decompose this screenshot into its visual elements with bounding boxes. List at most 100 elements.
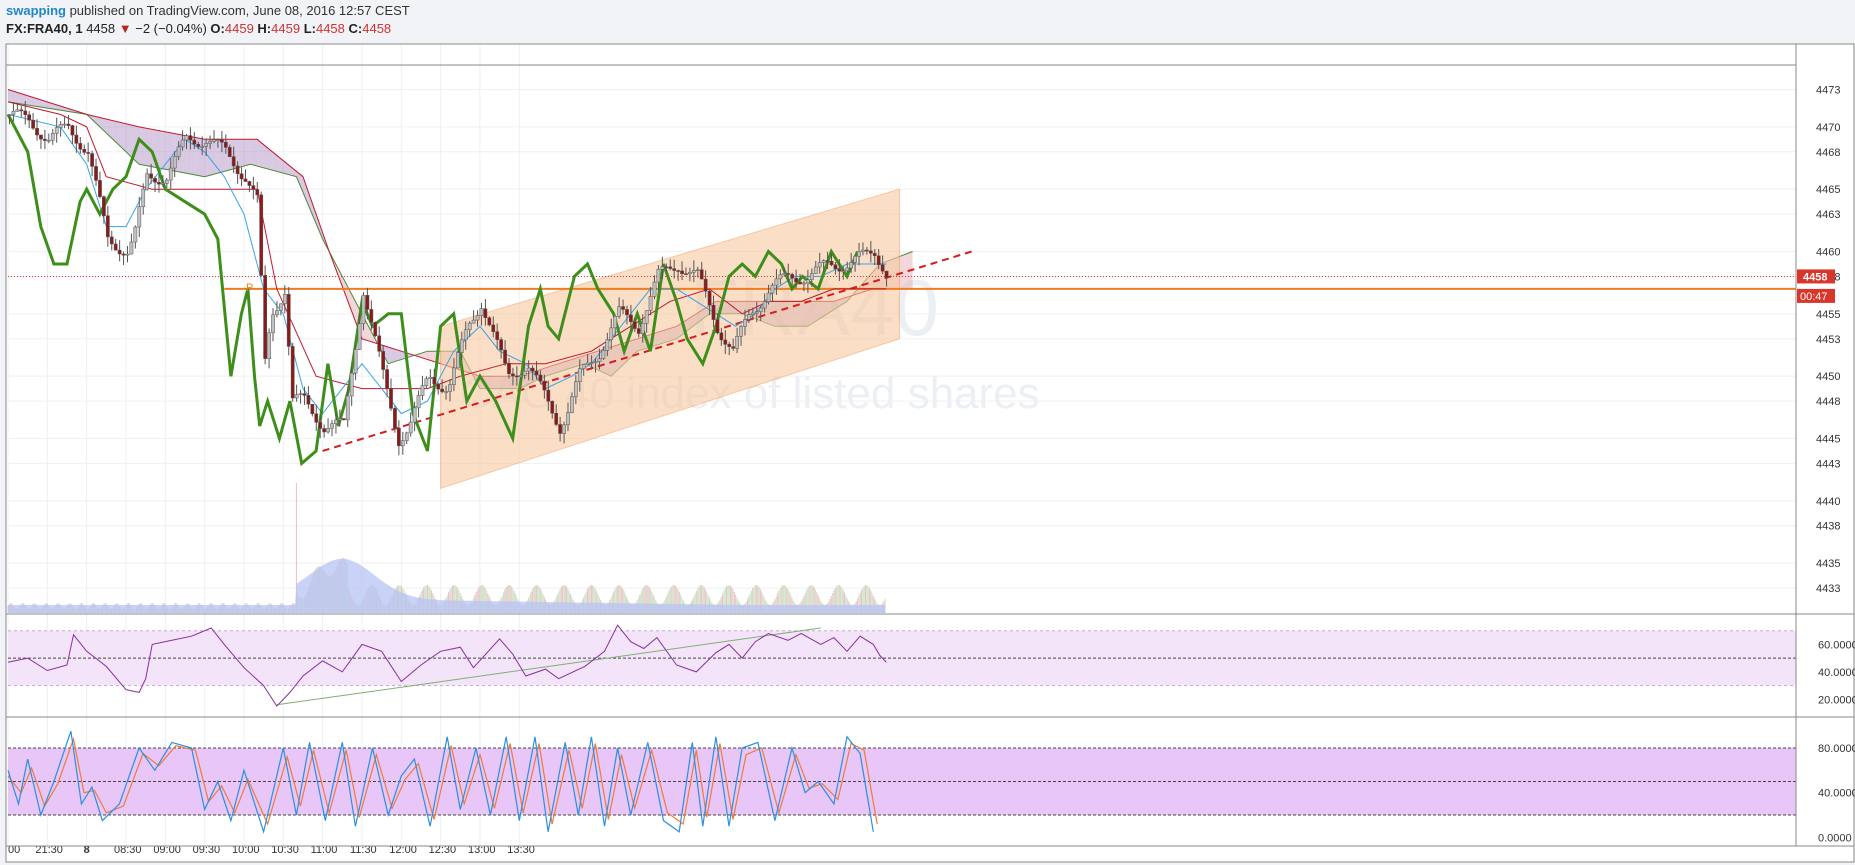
cloud-segment [393, 348, 397, 363]
candle-body [149, 173, 153, 179]
candle-body [621, 306, 625, 310]
candle-body [271, 314, 275, 334]
candle-body [770, 284, 775, 294]
candle-body [424, 378, 429, 387]
candle-body [58, 124, 63, 128]
candle-body [684, 273, 688, 275]
candle-body [739, 326, 743, 337]
price-tick-label: 4463 [1816, 209, 1840, 221]
candle-body [235, 165, 240, 175]
candle-body [766, 292, 771, 302]
candle-body [782, 273, 787, 276]
author-link[interactable]: swapping [6, 3, 66, 18]
candle-body [605, 339, 610, 351]
high-label: H: [257, 21, 272, 36]
cloud-segment [125, 123, 129, 155]
candle-body [86, 152, 91, 154]
price-tick-label: 4470 [1816, 122, 1840, 134]
symbol-label: FX:FRA40, 1 [6, 21, 83, 36]
stoch-tick-label: 0.0000 [1818, 832, 1852, 844]
candle-body [157, 181, 161, 185]
cloud-segment [141, 127, 145, 166]
last-price: 4458 [86, 21, 116, 36]
candle-body [168, 167, 173, 181]
candle-body [554, 413, 559, 425]
candle-body [861, 249, 865, 253]
pivot-label: P [246, 282, 253, 294]
candle-body [385, 369, 389, 389]
candle-body [676, 270, 680, 272]
cloud-segment [212, 139, 216, 175]
candle-body [609, 327, 614, 341]
chart-canvas[interactable]: FRA40 CAC 40 index of listed shares P 00… [0, 42, 1855, 865]
candle-body [102, 196, 106, 216]
candle-body [302, 393, 307, 396]
candle-body [790, 274, 795, 279]
candle-body [361, 295, 366, 325]
cloud-segment [157, 130, 161, 169]
candle-body [809, 273, 814, 280]
candle-body [141, 188, 146, 207]
cloud-segment [139, 126, 142, 165]
candle-body [656, 269, 661, 283]
cloud-segment [18, 92, 22, 105]
candle-body [758, 307, 763, 312]
candle-body [817, 262, 822, 268]
candle-body [428, 376, 433, 379]
candle-body [314, 413, 319, 423]
candle-body [853, 255, 857, 263]
stoch-tick-label: 80.0000 [1818, 743, 1855, 755]
candle-body [829, 260, 834, 266]
candle-body [743, 319, 747, 327]
candle-body [326, 428, 330, 433]
candle-body [664, 266, 669, 269]
candle-body [172, 156, 177, 169]
candle-body [294, 394, 299, 399]
candle-body [467, 322, 472, 331]
candle-body [762, 301, 767, 309]
candle-body [711, 304, 716, 320]
cloud-segment [15, 91, 19, 104]
candle-body [23, 110, 28, 115]
candle-body [491, 324, 496, 332]
candle-body [78, 143, 83, 150]
candle-body [381, 351, 385, 370]
candle-body [471, 319, 476, 324]
cloud-segment [123, 123, 126, 152]
candle-body [495, 331, 500, 340]
candle-body [66, 123, 71, 126]
candle-body [625, 309, 629, 316]
candle-body [408, 421, 413, 434]
candle-body [507, 362, 511, 375]
cloud-segment [398, 350, 402, 361]
cloud-segment [243, 139, 247, 167]
candle-body [825, 260, 830, 262]
candle-body [754, 311, 759, 314]
candle-body [629, 314, 633, 323]
candle-body [31, 119, 35, 129]
candle-body [227, 147, 232, 157]
candle-body [703, 278, 708, 292]
cloud-segment [10, 90, 14, 103]
candle-body [640, 323, 645, 334]
published-note: published on TradingView.com, June 08, 2… [69, 3, 410, 18]
candle-body [82, 149, 87, 153]
candle-body [574, 381, 578, 398]
candle-body [813, 266, 818, 274]
candle-body [137, 206, 142, 228]
candle-body [220, 139, 224, 143]
candle-body [282, 294, 287, 305]
candle-body [589, 362, 594, 364]
candle-body [526, 367, 531, 372]
candle-body [404, 432, 409, 441]
cloud-segment [31, 96, 35, 107]
candle-body [459, 339, 464, 353]
candle-body [688, 271, 692, 275]
candle-body [707, 290, 712, 306]
candle-body [318, 422, 323, 429]
candle-body [255, 189, 260, 196]
price-tick-label: 4440 [1816, 496, 1840, 508]
candle-body [593, 361, 598, 363]
candle-body [837, 268, 842, 272]
candle-body [456, 352, 460, 369]
